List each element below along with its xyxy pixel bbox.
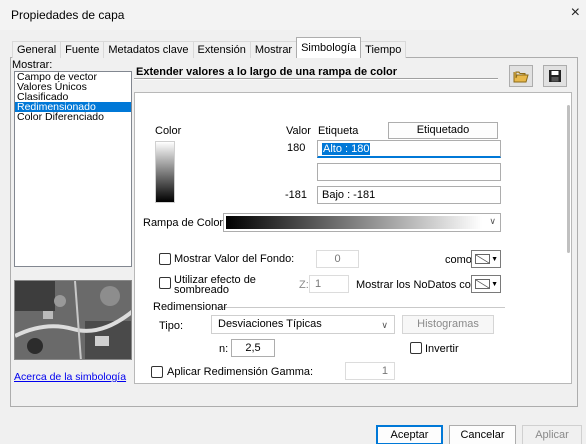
z-factor-field[interactable]: 1 — [309, 275, 349, 293]
tab-tiempo[interactable]: Tiempo — [360, 41, 407, 58]
high-label-field[interactable]: Alto : 180 — [317, 140, 501, 158]
show-background-label: Mostrar Valor del Fondo: — [174, 253, 295, 265]
show-list-label: Mostrar: — [12, 59, 53, 71]
save-disk-icon — [549, 70, 561, 82]
accept-button[interactable]: Aceptar — [376, 425, 443, 444]
nodata-label: Mostrar los NoDatos como — [356, 279, 487, 291]
tab-simbologia[interactable]: Simbología — [296, 37, 362, 58]
raster-preview-image — [14, 280, 132, 360]
stretch-group-divider — [215, 307, 505, 308]
dropdown-arrow-icon: ▼ — [491, 281, 498, 288]
heading-divider — [134, 78, 498, 80]
color-swatch-icon — [475, 279, 490, 289]
invert-label: Invertir — [425, 343, 459, 355]
color-swatch-icon — [475, 254, 490, 264]
color-ramp-swatch — [226, 216, 482, 229]
color-column-header: Color — [155, 125, 182, 137]
label-button[interactable]: Etiquetado — [388, 122, 498, 139]
symbology-type-list[interactable]: Campo de vector Valores Únicos Clasifica… — [14, 71, 132, 267]
tab-general[interactable]: General — [12, 41, 62, 58]
low-label-field[interactable]: Bajo : -181 — [317, 186, 501, 204]
color-ramp-label: Rampa de Color: — [143, 217, 227, 229]
value-column-header: Valor — [286, 125, 311, 137]
tab-extension[interactable]: Extensión — [192, 41, 251, 58]
stretch-type-value: Desviaciones Típicas — [218, 318, 322, 330]
stretch-type-select[interactable]: Desviaciones Típicas ∨ — [211, 315, 395, 334]
chevron-down-icon: ∨ — [381, 320, 388, 330]
hillshade-checkbox[interactable] — [159, 277, 171, 289]
z-label: Z: — [299, 279, 309, 291]
color-ramp-dropdown[interactable]: ∨ — [223, 213, 501, 232]
symbology-heading: Extender valores a lo largo de una rampa… — [136, 66, 398, 78]
type-label: Tipo: — [159, 320, 184, 332]
stretch-settings-panel: Color Valor Etiqueta Etiquetado 180 Alto… — [134, 92, 572, 384]
invert-checkbox[interactable] — [410, 342, 422, 354]
gamma-checkbox[interactable] — [151, 366, 163, 378]
about-symbology-link[interactable]: Acerca de la simbología — [14, 371, 126, 383]
hillshade-label-line-2: sombreado — [174, 284, 230, 296]
gamma-value-field[interactable]: 1 — [345, 362, 395, 380]
mid-label-field[interactable] — [317, 163, 501, 181]
n-value-field[interactable]: 2,5 — [231, 339, 275, 357]
high-label-text: Alto : 180 — [322, 143, 371, 155]
n-label: n: — [219, 343, 229, 355]
dropdown-arrow-icon: ▼ — [491, 256, 498, 263]
preview-terrain-graphic — [15, 281, 131, 359]
low-label-text: Bajo : -181 — [322, 189, 376, 201]
gamma-label: Aplicar Redimensión Gamma: — [167, 366, 314, 378]
background-color-dropdown[interactable]: ▼ — [471, 250, 501, 268]
color-ramp-preview[interactable] — [155, 141, 175, 203]
open-button[interactable] — [509, 65, 533, 87]
list-item[interactable]: Color Diferenciado — [15, 112, 131, 123]
window-title: Propiedades de capa — [11, 8, 125, 22]
histograms-button[interactable]: Histogramas — [402, 315, 494, 334]
open-folder-icon — [513, 71, 529, 83]
title-bar: Propiedades de capa × — [0, 0, 586, 30]
vertical-scrollbar[interactable] — [567, 105, 570, 253]
tab-mostrar[interactable]: Mostrar — [249, 41, 298, 58]
cancel-button[interactable]: Cancelar — [449, 425, 516, 444]
save-button[interactable] — [543, 65, 567, 87]
high-value: 180 — [287, 142, 306, 154]
close-icon[interactable]: × — [571, 4, 580, 22]
label-column-header: Etiqueta — [318, 125, 359, 137]
show-background-checkbox[interactable] — [159, 253, 171, 265]
chevron-down-icon: ∨ — [489, 216, 496, 226]
como-label: como — [445, 254, 472, 266]
nodata-color-dropdown[interactable]: ▼ — [471, 275, 501, 293]
tab-fuente[interactable]: Fuente — [60, 41, 105, 58]
stretch-group-label: Redimensionar — [153, 301, 227, 313]
tab-metadatos-clave[interactable]: Metadatos clave — [103, 41, 194, 58]
tab-bar: General Fuente Metadatos clave Extensión… — [12, 36, 407, 58]
low-value: -181 — [285, 189, 308, 201]
hillshade-label: Utilizar efecto de sombreado — [174, 275, 256, 296]
apply-button[interactable]: Aplicar — [522, 425, 582, 444]
background-value-field[interactable]: 0 — [316, 250, 359, 268]
